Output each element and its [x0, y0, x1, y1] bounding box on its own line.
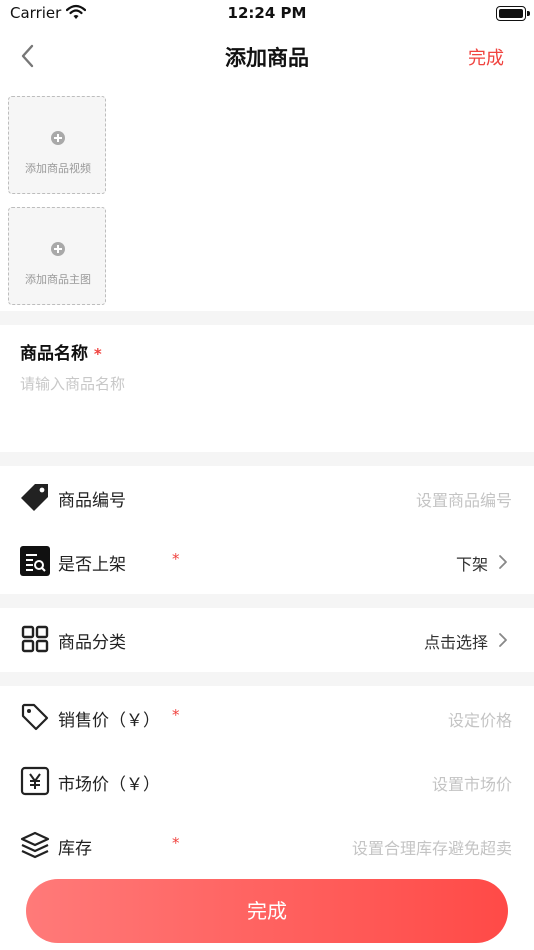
row-category[interactable]: 商品分类 点击选择 [0, 608, 534, 672]
battery-icon [496, 6, 530, 21]
row-value: 点击选择 [423, 633, 488, 652]
plus-circle-icon [51, 242, 65, 256]
row-value: 设定价格 [447, 711, 512, 730]
nav-bar: 添加商品 完成 [0, 28, 534, 84]
row-label: 市场价（￥） [58, 775, 160, 795]
product-name-label: 商品名称 * [20, 344, 102, 364]
required-mark: * [172, 550, 180, 568]
row-value: 下架 [455, 555, 488, 574]
grid-icon [21, 625, 49, 653]
row-label: 库存 [58, 839, 92, 859]
add-video-button[interactable]: 添加商品视频 [8, 96, 106, 194]
add-image-button[interactable]: 添加商品主图 [8, 207, 106, 305]
add-image-label: 添加商品主图 [25, 273, 91, 286]
group-category: 商品分类 点击选择 [0, 608, 534, 672]
chevron-right-icon [499, 555, 507, 569]
row-stock[interactable]: 库存 * 设置合理库存避免超卖 [0, 814, 534, 878]
tag-icon [21, 484, 48, 511]
row-product-code[interactable]: 商品编号 设置商品编号 [0, 466, 534, 530]
row-label: 商品分类 [58, 633, 126, 653]
row-market-price[interactable]: 市场价（￥） 设置市场价 [0, 750, 534, 814]
row-label: 销售价（￥） [58, 711, 160, 731]
row-label: 商品编号 [58, 491, 126, 511]
group-basic: 商品编号 设置商品编号 是否上架 * 下架 [0, 466, 534, 594]
row-value: 设置商品编号 [415, 491, 512, 510]
row-listing-status[interactable]: 是否上架 * 下架 [0, 530, 534, 594]
submit-button[interactable]: 完成 [26, 879, 508, 943]
page-title: 添加商品 [225, 46, 309, 70]
media-section: 添加商品视频 添加商品主图 [0, 84, 534, 311]
row-value: 设置合理库存避免超卖 [351, 839, 512, 858]
row-value: 设置市场价 [431, 775, 512, 794]
plus-circle-icon [51, 131, 65, 145]
row-sale-price[interactable]: 销售价（￥） * 设定价格 [0, 686, 534, 750]
price-tag-icon [21, 703, 49, 731]
chevron-right-icon [499, 633, 507, 647]
product-name-input[interactable]: 请输入商品名称 [20, 373, 510, 394]
product-name-section: 商品名称 * 请输入商品名称 [0, 325, 534, 452]
listing-icon [20, 546, 50, 576]
row-label: 是否上架 [58, 555, 126, 575]
nav-done-button[interactable]: 完成 [468, 44, 504, 70]
required-mark: * [172, 706, 180, 724]
yen-icon [20, 766, 50, 796]
add-video-label: 添加商品视频 [25, 162, 91, 175]
status-bar: Carrier 12:24 PM [0, 0, 534, 28]
clock: 12:24 PM [227, 4, 307, 22]
layers-icon [20, 831, 50, 859]
required-mark: * [93, 345, 102, 363]
required-mark: * [172, 834, 180, 852]
